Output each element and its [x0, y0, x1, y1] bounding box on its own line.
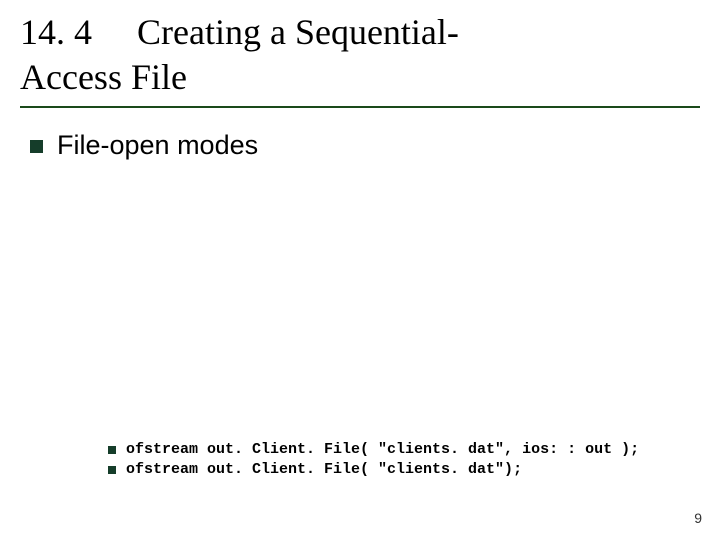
title-line-2: Access File: [20, 57, 187, 97]
code-item-2: ofstream out. Client. File( "clients. da…: [108, 460, 639, 480]
code-block: ofstream out. Client. File( "clients. da…: [108, 440, 639, 481]
slide-title: 14. 4 Creating a Sequential- Access File: [20, 10, 700, 100]
title-underline: [20, 106, 700, 108]
bullet-item: File-open modes: [30, 130, 690, 161]
square-bullet-icon: [108, 446, 116, 454]
code-line: ofstream out. Client. File( "clients. da…: [126, 460, 522, 480]
content-area: File-open modes: [0, 116, 720, 161]
title-line-1: 14. 4 Creating a Sequential-: [20, 12, 459, 52]
slide: 14. 4 Creating a Sequential- Access File…: [0, 0, 720, 540]
page-number: 9: [694, 510, 702, 526]
square-bullet-icon: [108, 466, 116, 474]
title-block: 14. 4 Creating a Sequential- Access File: [0, 0, 720, 116]
square-bullet-icon: [30, 140, 43, 153]
bullet-text: File-open modes: [57, 130, 258, 161]
code-line: ofstream out. Client. File( "clients. da…: [126, 440, 639, 460]
code-item-1: ofstream out. Client. File( "clients. da…: [108, 440, 639, 460]
